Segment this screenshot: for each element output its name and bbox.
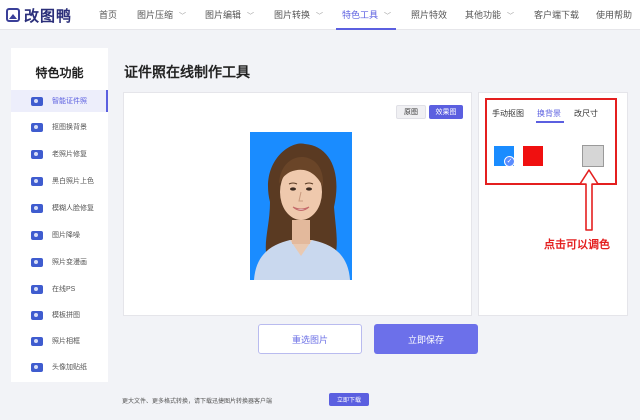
nav-image-compress[interactable]: 图片压缩 ﹀ <box>137 8 186 21</box>
chevron-down-icon: ﹀ <box>179 13 187 20</box>
sidebar-title: 特色功能 <box>35 66 84 80</box>
sidebar-item-avatar-sticker[interactable]: 头像加贴纸 <box>11 356 108 378</box>
chevron-down-icon: ﹀ <box>316 13 324 20</box>
nav-active-underline <box>336 28 396 30</box>
ps-icon <box>31 284 43 294</box>
nav-image-convert[interactable]: 图片转换 ﹀ <box>274 8 323 21</box>
colorize-icon <box>31 176 43 186</box>
top-nav: 改图鸭 首页 图片压缩 ﹀ 图片编辑 ﹀ 图片转换 ﹀ 特色工具 ﹀ 照片特效 其他功能… <box>0 0 640 30</box>
page-title: 证件照在线制作工具 <box>124 64 250 80</box>
save-button[interactable]: 立即保存 <box>374 324 478 354</box>
nav-image-edit[interactable]: 图片编辑 ﹀ <box>205 8 254 21</box>
sidebar: 特色功能 智能证件照 抠图换背景 老照片修复 黑白照片上色 模糊人脸修复 图片降… <box>11 48 108 382</box>
sidebar-item-colorize[interactable]: 黑白照片上色 <box>11 170 108 192</box>
sticker-icon <box>31 362 43 372</box>
id-photo-icon <box>31 96 43 106</box>
original-toggle-button[interactable]: 原图 <box>396 105 426 119</box>
nav-home[interactable]: 首页 <box>99 8 117 21</box>
sidebar-item-smart-id-photo[interactable]: 智能证件照 <box>11 90 108 112</box>
reselect-image-button[interactable]: 重选图片 <box>258 324 362 354</box>
logo-icon <box>6 8 20 22</box>
sidebar-item-face-repair[interactable]: 模糊人脸修复 <box>11 197 108 219</box>
download-now-button[interactable]: 立即下载 <box>329 393 369 406</box>
nav-client-download[interactable]: 客户端下载 <box>534 8 579 21</box>
effect-toggle-button[interactable]: 效果图 <box>429 105 463 119</box>
nav-help[interactable]: 使用帮助 <box>596 8 632 21</box>
photo-repair-icon <box>31 149 43 159</box>
sidebar-item-photo-to-comic[interactable]: 照片变漫画 <box>11 251 108 273</box>
annotation-text: 点击可以调色 <box>544 239 610 251</box>
chevron-down-icon: ﹀ <box>384 13 392 20</box>
chevron-down-icon: ﹀ <box>507 13 515 20</box>
sidebar-item-photo-frame[interactable]: 照片相框 <box>11 330 108 352</box>
face-repair-icon <box>31 203 43 213</box>
nav-other-functions[interactable]: 其他功能 ﹀ <box>465 8 514 21</box>
chevron-down-icon: ﹀ <box>247 13 255 20</box>
collage-icon <box>31 310 43 320</box>
arrow-up-icon <box>579 169 599 231</box>
portrait-image <box>254 143 350 280</box>
sidebar-item-template-collage[interactable]: 模板拼图 <box>11 304 108 326</box>
nav-special-tools[interactable]: 特色工具 ﹀ <box>342 8 391 21</box>
footer-notice: 更大文件、更多格式转换，请下载迅捷图片转换器客户端 <box>122 399 273 405</box>
nav-photo-effects[interactable]: 照片特效 <box>411 8 447 21</box>
sidebar-item-old-photo-repair[interactable]: 老照片修复 <box>11 143 108 165</box>
cutout-icon <box>31 122 43 132</box>
comic-icon <box>31 257 43 267</box>
sidebar-item-denoise[interactable]: 图片降噪 <box>11 224 108 246</box>
logo-text: 改图鸭 <box>24 7 73 25</box>
sidebar-item-cutout-background[interactable]: 抠图换背景 <box>11 116 108 138</box>
frame-icon <box>31 336 43 346</box>
logo[interactable]: 改图鸭 <box>6 5 72 25</box>
denoise-icon <box>31 230 43 240</box>
sidebar-item-online-ps[interactable]: 在线PS <box>11 278 108 300</box>
id-photo-preview <box>250 132 352 280</box>
